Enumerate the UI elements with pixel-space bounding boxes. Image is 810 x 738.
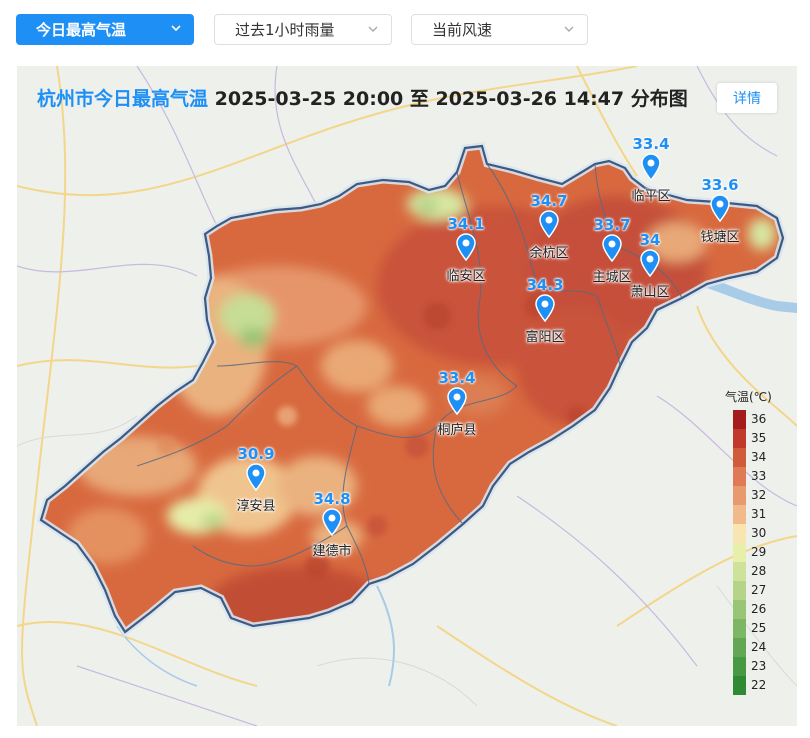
chevron-down-icon (564, 26, 574, 32)
marker-value: 33.4 (438, 369, 476, 387)
legend-swatch (733, 543, 746, 562)
legend-tick-label: 25 (751, 621, 767, 635)
marker-value: 34.7 (530, 192, 568, 210)
location-pin-icon (447, 387, 467, 415)
rainfall-dropdown[interactable]: 过去1小时雨量 (214, 14, 392, 45)
marker-value: 33.7 (593, 216, 631, 234)
marker-name: 萧山区 (630, 285, 670, 300)
location-pin-icon (535, 294, 555, 322)
marker-name: 建德市 (312, 544, 352, 559)
chevron-down-icon (171, 25, 181, 32)
legend-swatch (733, 486, 746, 505)
legend-tick-label: 28 (751, 564, 767, 578)
legend-swatch (733, 448, 746, 467)
map-title-city: 杭州市今日最高气温 (37, 88, 209, 110)
chevron-down-icon (368, 26, 378, 32)
rainfall-dropdown-label: 过去1小时雨量 (235, 21, 335, 39)
legend-tick-label: 29 (751, 545, 767, 559)
legend-swatch (733, 581, 746, 600)
location-pin-icon (539, 210, 559, 238)
marker-name: 主城区 (592, 270, 632, 285)
legend-swatch (733, 524, 746, 543)
legend-tick-label: 30 (751, 526, 767, 540)
marker-value: 34.1 (447, 215, 485, 233)
legend-swatch (733, 562, 746, 581)
map-canvas (17, 66, 797, 726)
marker-name: 临平区 (631, 189, 671, 204)
location-pin-icon (456, 233, 476, 261)
marker-name: 钱塘区 (700, 230, 740, 245)
marker-name: 富阳区 (525, 330, 565, 345)
legend-swatch (733, 676, 746, 695)
location-pin-icon (246, 463, 266, 491)
marker-value: 33.6 (701, 176, 739, 194)
marker-name: 余杭区 (529, 246, 569, 261)
location-pin-icon (322, 508, 342, 536)
location-pin-icon (640, 249, 660, 277)
temperature-dropdown[interactable]: 今日最高气温 (16, 14, 194, 45)
legend-tick-label: 27 (751, 583, 767, 597)
wind-speed-dropdown-label: 当前风速 (432, 21, 493, 39)
detail-button[interactable]: 详情 (717, 83, 777, 113)
map-title: 杭州市今日最高气温 2025-03-25 20:00 至 2025-03-26 … (37, 84, 688, 111)
legend-title: 气温(℃) (725, 390, 772, 404)
legend-swatch (733, 657, 746, 676)
marker-name: 临安区 (446, 269, 486, 284)
location-pin-icon (641, 153, 661, 181)
legend-tick-label: 36 (751, 412, 767, 426)
legend-tick-label: 24 (751, 640, 767, 654)
legend-tick-label: 34 (751, 450, 767, 464)
location-pin-icon (602, 234, 622, 262)
temperature-dropdown-label: 今日最高气温 (36, 21, 127, 39)
marker-value: 34.3 (526, 276, 564, 294)
map-title-period: 2025-03-25 20:00 至 2025-03-26 14:47 分布图 (208, 88, 688, 110)
legend-tick-label: 26 (751, 602, 767, 616)
legend-swatch (733, 467, 746, 486)
legend-tick-label: 33 (751, 469, 767, 483)
legend-tick-label: 31 (751, 507, 767, 521)
legend-tick-label: 22 (751, 678, 767, 692)
legend-swatch (733, 410, 746, 429)
legend-tick-label: 32 (751, 488, 767, 502)
legend-ticks: 36 35 34 33 32 31 30 29 28 27 26 25 24 23 22 (751, 410, 766, 695)
marker-value: 33.4 (632, 135, 670, 153)
legend-tick-label: 35 (751, 431, 767, 445)
marker-value: 30.9 (237, 445, 275, 463)
legend-swatch (733, 619, 746, 638)
legend-tick-label: 23 (751, 659, 767, 673)
temperature-map[interactable]: 杭州市今日最高气温 2025-03-25 20:00 至 2025-03-26 … (17, 66, 797, 726)
legend-color-bar (733, 410, 746, 695)
location-pin-icon (710, 194, 730, 222)
legend-swatch (733, 429, 746, 448)
marker-value: 34.8 (313, 490, 351, 508)
marker-value: 34 (639, 231, 661, 249)
legend-swatch (733, 600, 746, 619)
wind-speed-dropdown[interactable]: 当前风速 (411, 14, 588, 45)
legend-swatch (733, 638, 746, 657)
legend-swatch (733, 505, 746, 524)
marker-name: 桐庐县 (437, 423, 477, 438)
marker-name: 淳安县 (236, 499, 276, 514)
